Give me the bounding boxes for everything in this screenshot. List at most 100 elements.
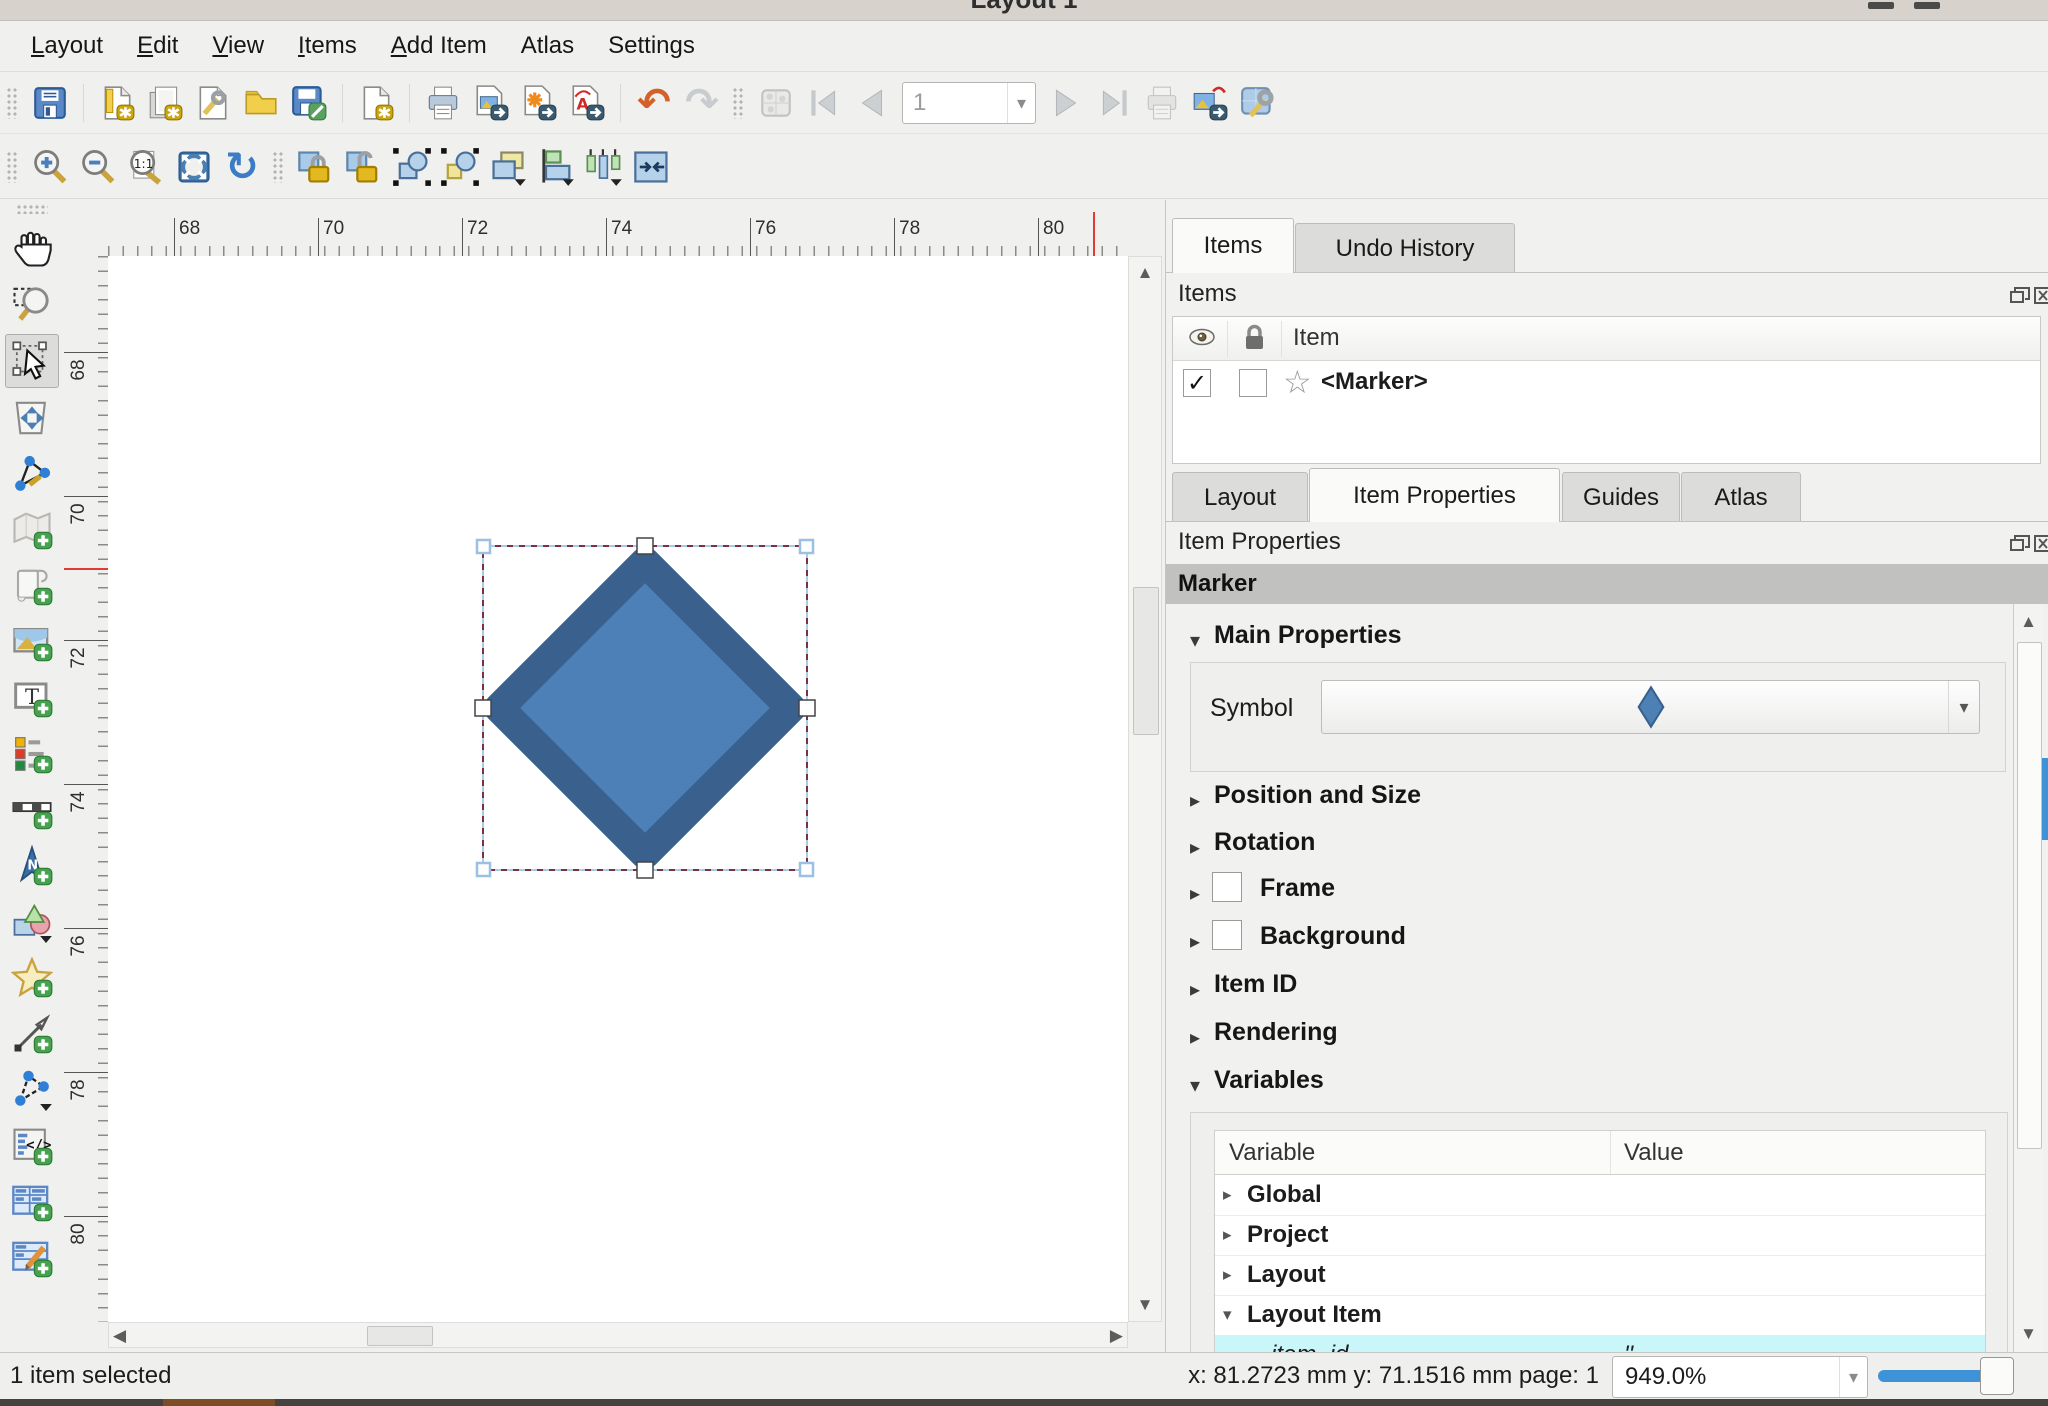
toolbar-drag-handle[interactable]: [16, 204, 48, 214]
ungroup-items-icon[interactable]: [436, 143, 484, 191]
scrollbar-thumb[interactable]: [2017, 642, 2042, 1149]
section-position-and-size[interactable]: Position and Size: [1214, 781, 1421, 810]
layout-manager-icon[interactable]: [189, 79, 237, 127]
first-feature-icon[interactable]: [800, 79, 848, 127]
add-scalebar-icon[interactable]: [6, 784, 58, 836]
add-label-icon[interactable]: T: [6, 672, 58, 724]
canvas-vertical-scrollbar[interactable]: ▲ ▼: [1128, 256, 1162, 1322]
add-shape-icon[interactable]: [6, 896, 58, 948]
pan-layout-icon[interactable]: [6, 222, 58, 274]
zoom-in-icon[interactable]: [26, 143, 74, 191]
redo-icon[interactable]: ↷: [678, 79, 726, 127]
zoom-level-combo[interactable]: 949.0%▾: [1612, 1356, 1868, 1398]
zoom-tool-icon[interactable]: [6, 278, 58, 330]
expand-arrow-icon[interactable]: ▸: [1190, 881, 1200, 906]
canvas-horizontal-scrollbar[interactable]: ◀ ▶: [108, 1322, 1128, 1348]
zoom-actual-icon[interactable]: 1:1: [122, 143, 170, 191]
lock-checkbox[interactable]: [1239, 369, 1267, 397]
expand-arrow-icon[interactable]: ▸: [1190, 788, 1200, 813]
zoom-full-icon[interactable]: [170, 143, 218, 191]
variable-group-global[interactable]: ▸Global: [1215, 1175, 1985, 1216]
print-layout-icon[interactable]: [419, 79, 467, 127]
tab-item-properties[interactable]: Item Properties: [1309, 468, 1560, 522]
tab-guides[interactable]: Guides: [1562, 472, 1680, 522]
menu-view[interactable]: View: [195, 32, 281, 60]
symbol-button[interactable]: ▾: [1321, 680, 1980, 734]
float-panel-icon[interactable]: [2009, 534, 2031, 552]
atlas-settings-icon[interactable]: [1234, 79, 1282, 127]
tab-layout[interactable]: Layout: [1172, 472, 1308, 522]
chevron-down-icon[interactable]: ▾: [1948, 681, 1979, 733]
atlas-feature-combo[interactable]: 1▾: [902, 82, 1036, 124]
scroll-down-icon[interactable]: ▼: [1129, 1295, 1161, 1315]
section-item-id[interactable]: Item ID: [1214, 970, 1297, 999]
edit-nodes-item-icon[interactable]: [6, 448, 58, 500]
distribute-items-icon[interactable]: [580, 143, 628, 191]
scroll-down-icon[interactable]: ▼: [2014, 1324, 2043, 1344]
section-rendering[interactable]: Rendering: [1214, 1018, 1338, 1047]
duplicate-layout-icon[interactable]: [141, 79, 189, 127]
collapse-arrow-icon[interactable]: ▾: [1190, 628, 1200, 653]
scroll-right-icon[interactable]: ▶: [1110, 1326, 1123, 1346]
print-atlas-icon[interactable]: [1138, 79, 1186, 127]
expand-arrow-icon[interactable]: ▸: [1190, 835, 1200, 860]
close-panel-icon[interactable]: [2032, 286, 2048, 304]
expand-arrow-icon[interactable]: ▸: [1190, 1025, 1200, 1050]
expand-arrow-icon[interactable]: ▸: [1190, 977, 1200, 1002]
panel-vertical-scrollbar[interactable]: ▲ ▼: [2013, 604, 2043, 1352]
add-pages-icon[interactable]: [352, 79, 400, 127]
export-pdf-icon[interactable]: A: [563, 79, 611, 127]
save-as-template-icon[interactable]: [285, 79, 333, 127]
selected-marker-item[interactable]: [463, 526, 833, 896]
frame-checkbox[interactable]: [1212, 872, 1242, 902]
resize-selected-items-icon[interactable]: [628, 143, 676, 191]
previous-feature-icon[interactable]: [848, 79, 896, 127]
add-map-icon[interactable]: [6, 504, 58, 556]
float-panel-icon[interactable]: [2009, 286, 2031, 304]
add-node-item-icon[interactable]: [6, 1064, 58, 1116]
group-items-icon[interactable]: [388, 143, 436, 191]
scrollbar-thumb[interactable]: [367, 1326, 433, 1346]
undo-icon[interactable]: ↶: [630, 79, 678, 127]
export-svg-icon[interactable]: [515, 79, 563, 127]
export-atlas-icon[interactable]: [1186, 79, 1234, 127]
maximize-button[interactable]: [1914, 2, 1940, 9]
menu-edit[interactable]: Edit: [120, 32, 195, 60]
add-marker-icon[interactable]: [6, 952, 58, 1004]
menu-settings[interactable]: Settings: [591, 32, 712, 60]
collapse-arrow-icon[interactable]: ▾: [1190, 1073, 1200, 1098]
move-item-content-icon[interactable]: [6, 392, 58, 444]
add-legend-icon[interactable]: [6, 728, 58, 780]
zoom-out-icon[interactable]: [74, 143, 122, 191]
item-row-marker[interactable]: ✓ ☆ <Marker>: [1173, 361, 2040, 403]
align-selected-items-icon[interactable]: [532, 143, 580, 191]
visibility-checkbox[interactable]: ✓: [1183, 369, 1211, 397]
menu-layout[interactable]: Layout: [14, 32, 120, 60]
variable-group-project[interactable]: ▸Project: [1215, 1215, 1985, 1256]
tab-undo-history[interactable]: Undo History: [1295, 223, 1515, 273]
lock-selected-items-icon[interactable]: [292, 143, 340, 191]
export-image-icon[interactable]: [467, 79, 515, 127]
minimize-button[interactable]: [1868, 2, 1894, 9]
add-picture-icon[interactable]: [6, 616, 58, 668]
toolbar-drag-handle[interactable]: [6, 151, 18, 183]
add-attribute-table-icon[interactable]: [6, 1176, 58, 1228]
section-background[interactable]: Background: [1260, 922, 1406, 951]
toolbar-drag-handle[interactable]: [272, 151, 284, 183]
add-fixed-table-icon[interactable]: [6, 1232, 58, 1284]
scrollbar-thumb[interactable]: [1133, 587, 1159, 735]
variable-group-layout[interactable]: ▸Layout: [1215, 1255, 1985, 1296]
select-move-item-icon[interactable]: [5, 334, 59, 388]
toolbar-drag-handle[interactable]: [732, 87, 744, 119]
refresh-icon[interactable]: ↻: [218, 143, 266, 191]
section-frame[interactable]: Frame: [1260, 874, 1335, 903]
section-variables[interactable]: Variables: [1214, 1066, 1324, 1095]
scroll-up-icon[interactable]: ▲: [1129, 263, 1161, 283]
scroll-up-icon[interactable]: ▲: [2014, 612, 2043, 632]
tab-atlas[interactable]: Atlas: [1681, 472, 1801, 522]
unlock-all-items-icon[interactable]: [340, 143, 388, 191]
new-layout-icon[interactable]: [93, 79, 141, 127]
zoom-slider-handle[interactable]: [1980, 1357, 2014, 1395]
add-3d-map-icon[interactable]: [6, 560, 58, 612]
open-folder-icon[interactable]: [237, 79, 285, 127]
